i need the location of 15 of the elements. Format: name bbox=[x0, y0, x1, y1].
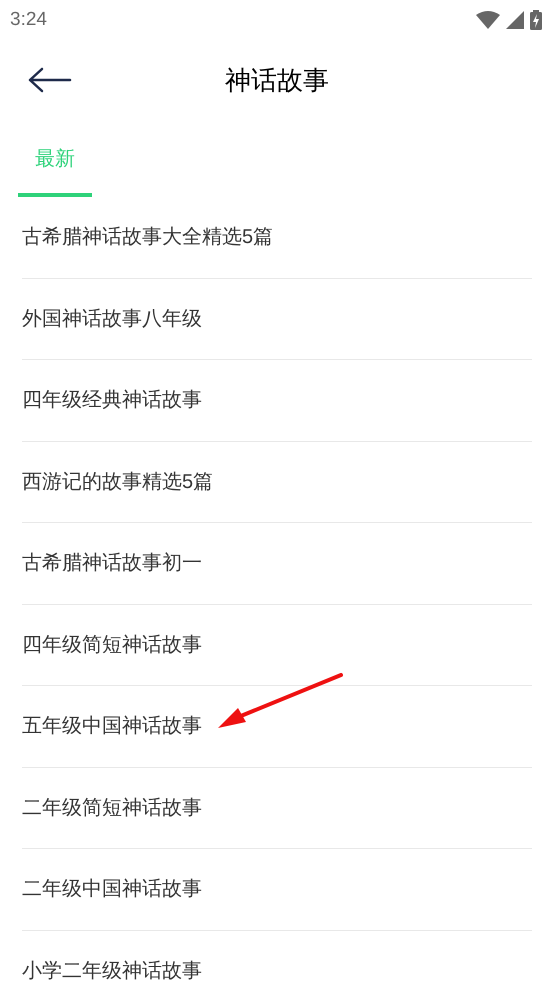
list-item[interactable]: 外国神话故事八年级 bbox=[22, 278, 532, 360]
page-title: 神话故事 bbox=[225, 64, 329, 96]
list-item[interactable]: 二年级简短神话故事 bbox=[22, 768, 532, 849]
list-item[interactable]: 西游记的故事精选5篇 bbox=[22, 442, 532, 523]
list-item[interactable]: 古希腊神话故事初一 bbox=[22, 523, 532, 604]
wifi-icon bbox=[476, 11, 500, 29]
back-arrow-icon bbox=[28, 67, 72, 93]
list-item[interactable]: 四年级简短神话故事 bbox=[22, 604, 532, 686]
list-item[interactable]: 小学二年级神话故事 bbox=[22, 930, 532, 984]
battery-icon bbox=[530, 10, 542, 30]
status-time: 3:24 bbox=[10, 8, 47, 32]
list-item[interactable]: 古希腊神话故事大全精选5篇 bbox=[22, 197, 532, 278]
list-item[interactable]: 四年级经典神话故事 bbox=[22, 360, 532, 442]
signal-icon bbox=[506, 11, 524, 29]
list-item[interactable]: 二年级中国神话故事 bbox=[22, 849, 532, 930]
